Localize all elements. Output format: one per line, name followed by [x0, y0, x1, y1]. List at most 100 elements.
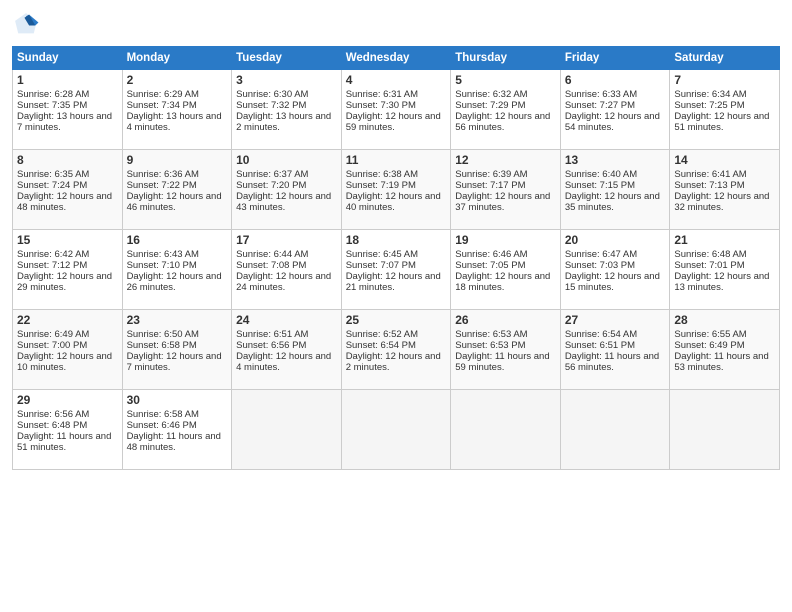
calendar-cell: 20Sunrise: 6:47 AMSunset: 7:03 PMDayligh…	[560, 230, 670, 310]
day-number: 7	[674, 73, 775, 87]
sunrise: Sunrise: 6:36 AM	[127, 169, 199, 180]
daylight-label: Daylight: 12 hours and 35 minutes.	[565, 191, 660, 213]
col-header-tuesday: Tuesday	[232, 47, 342, 70]
sunrise: Sunrise: 6:35 AM	[17, 169, 89, 180]
header	[12, 10, 780, 38]
calendar-cell	[451, 390, 561, 470]
day-number: 18	[346, 233, 447, 247]
calendar-cell: 16Sunrise: 6:43 AMSunset: 7:10 PMDayligh…	[122, 230, 232, 310]
sunset: Sunset: 6:58 PM	[127, 340, 197, 351]
day-number: 4	[346, 73, 447, 87]
sunrise: Sunrise: 6:55 AM	[674, 329, 746, 340]
sunset: Sunset: 7:27 PM	[565, 100, 635, 111]
sunset: Sunset: 7:20 PM	[236, 180, 306, 191]
daylight-label: Daylight: 11 hours and 48 minutes.	[127, 431, 221, 453]
daylight-label: Daylight: 12 hours and 51 minutes.	[674, 111, 769, 133]
daylight-label: Daylight: 12 hours and 59 minutes.	[346, 111, 441, 133]
sunrise: Sunrise: 6:49 AM	[17, 329, 89, 340]
calendar-cell: 13Sunrise: 6:40 AMSunset: 7:15 PMDayligh…	[560, 150, 670, 230]
daylight-label: Daylight: 11 hours and 53 minutes.	[674, 351, 768, 373]
daylight-label: Daylight: 13 hours and 2 minutes.	[236, 111, 331, 133]
calendar-cell: 25Sunrise: 6:52 AMSunset: 6:54 PMDayligh…	[341, 310, 451, 390]
col-header-wednesday: Wednesday	[341, 47, 451, 70]
calendar-cell: 10Sunrise: 6:37 AMSunset: 7:20 PMDayligh…	[232, 150, 342, 230]
sunrise: Sunrise: 6:43 AM	[127, 249, 199, 260]
calendar-cell: 17Sunrise: 6:44 AMSunset: 7:08 PMDayligh…	[232, 230, 342, 310]
sunset: Sunset: 7:19 PM	[346, 180, 416, 191]
calendar-cell	[232, 390, 342, 470]
daylight-label: Daylight: 12 hours and 37 minutes.	[455, 191, 550, 213]
sunrise: Sunrise: 6:40 AM	[565, 169, 637, 180]
sunrise: Sunrise: 6:33 AM	[565, 89, 637, 100]
daylight-label: Daylight: 12 hours and 56 minutes.	[455, 111, 550, 133]
calendar-cell	[560, 390, 670, 470]
daylight-label: Daylight: 12 hours and 4 minutes.	[236, 351, 331, 373]
sunset: Sunset: 6:46 PM	[127, 420, 197, 431]
sunrise: Sunrise: 6:42 AM	[17, 249, 89, 260]
sunset: Sunset: 6:56 PM	[236, 340, 306, 351]
col-header-monday: Monday	[122, 47, 232, 70]
calendar-cell: 27Sunrise: 6:54 AMSunset: 6:51 PMDayligh…	[560, 310, 670, 390]
sunset: Sunset: 6:49 PM	[674, 340, 744, 351]
daylight-label: Daylight: 12 hours and 46 minutes.	[127, 191, 222, 213]
calendar-cell: 23Sunrise: 6:50 AMSunset: 6:58 PMDayligh…	[122, 310, 232, 390]
day-number: 1	[17, 73, 118, 87]
calendar-week-row: 1Sunrise: 6:28 AMSunset: 7:35 PMDaylight…	[13, 70, 780, 150]
day-number: 12	[455, 153, 556, 167]
calendar-cell: 29Sunrise: 6:56 AMSunset: 6:48 PMDayligh…	[13, 390, 123, 470]
sunrise: Sunrise: 6:51 AM	[236, 329, 308, 340]
day-number: 6	[565, 73, 666, 87]
sunset: Sunset: 7:13 PM	[674, 180, 744, 191]
sunset: Sunset: 7:12 PM	[17, 260, 87, 271]
day-number: 28	[674, 313, 775, 327]
sunrise: Sunrise: 6:45 AM	[346, 249, 418, 260]
sunset: Sunset: 7:08 PM	[236, 260, 306, 271]
sunrise: Sunrise: 6:39 AM	[455, 169, 527, 180]
calendar-cell: 5Sunrise: 6:32 AMSunset: 7:29 PMDaylight…	[451, 70, 561, 150]
daylight-label: Daylight: 11 hours and 59 minutes.	[455, 351, 549, 373]
sunrise: Sunrise: 6:46 AM	[455, 249, 527, 260]
day-number: 20	[565, 233, 666, 247]
day-number: 19	[455, 233, 556, 247]
sunset: Sunset: 7:15 PM	[565, 180, 635, 191]
calendar-cell: 22Sunrise: 6:49 AMSunset: 7:00 PMDayligh…	[13, 310, 123, 390]
col-header-thursday: Thursday	[451, 47, 561, 70]
daylight-label: Daylight: 12 hours and 2 minutes.	[346, 351, 441, 373]
sunset: Sunset: 7:17 PM	[455, 180, 525, 191]
daylight-label: Daylight: 12 hours and 7 minutes.	[127, 351, 222, 373]
sunrise: Sunrise: 6:53 AM	[455, 329, 527, 340]
sunrise: Sunrise: 6:30 AM	[236, 89, 308, 100]
sunset: Sunset: 7:00 PM	[17, 340, 87, 351]
calendar-table: SundayMondayTuesdayWednesdayThursdayFrid…	[12, 46, 780, 470]
calendar-cell: 24 Sunrise: 6:51 AMSunset: 6:56 PMDayligh…	[232, 310, 342, 390]
sunrise: Sunrise: 6:56 AM	[17, 409, 89, 420]
calendar-week-row: 8Sunrise: 6:35 AMSunset: 7:24 PMDaylight…	[13, 150, 780, 230]
calendar-cell: 14Sunrise: 6:41 AMSunset: 7:13 PMDayligh…	[670, 150, 780, 230]
daylight-label: Daylight: 12 hours and 24 minutes.	[236, 271, 331, 293]
sunrise: Sunrise: 6:58 AM	[127, 409, 199, 420]
calendar-cell: 7Sunrise: 6:34 AMSunset: 7:25 PMDaylight…	[670, 70, 780, 150]
sunset: Sunset: 7:32 PM	[236, 100, 306, 111]
calendar-cell: 15Sunrise: 6:42 AMSunset: 7:12 PMDayligh…	[13, 230, 123, 310]
calendar-cell: 30Sunrise: 6:58 AMSunset: 6:46 PMDayligh…	[122, 390, 232, 470]
sunset: Sunset: 7:07 PM	[346, 260, 416, 271]
day-number: 14	[674, 153, 775, 167]
day-number: 24	[236, 313, 337, 327]
day-number: 22	[17, 313, 118, 327]
daylight-label: Daylight: 12 hours and 21 minutes.	[346, 271, 441, 293]
calendar-cell: 6Sunrise: 6:33 AMSunset: 7:27 PMDaylight…	[560, 70, 670, 150]
sunrise: Sunrise: 6:31 AM	[346, 89, 418, 100]
calendar-cell: 3Sunrise: 6:30 AMSunset: 7:32 PMDaylight…	[232, 70, 342, 150]
calendar-cell: 1Sunrise: 6:28 AMSunset: 7:35 PMDaylight…	[13, 70, 123, 150]
logo	[12, 10, 44, 38]
calendar-cell: 12 Sunrise: 6:39 AMSunset: 7:17 PMDayligh…	[451, 150, 561, 230]
sunset: Sunset: 7:34 PM	[127, 100, 197, 111]
sunrise: Sunrise: 6:47 AM	[565, 249, 637, 260]
daylight-label: Daylight: 12 hours and 43 minutes.	[236, 191, 331, 213]
sunrise: Sunrise: 6:48 AM	[674, 249, 746, 260]
day-number: 25	[346, 313, 447, 327]
calendar-cell: 19Sunrise: 6:46 AMSunset: 7:05 PMDayligh…	[451, 230, 561, 310]
sunset: Sunset: 6:54 PM	[346, 340, 416, 351]
calendar-cell: 21Sunrise: 6:48 AMSunset: 7:01 PMDayligh…	[670, 230, 780, 310]
col-header-sunday: Sunday	[13, 47, 123, 70]
